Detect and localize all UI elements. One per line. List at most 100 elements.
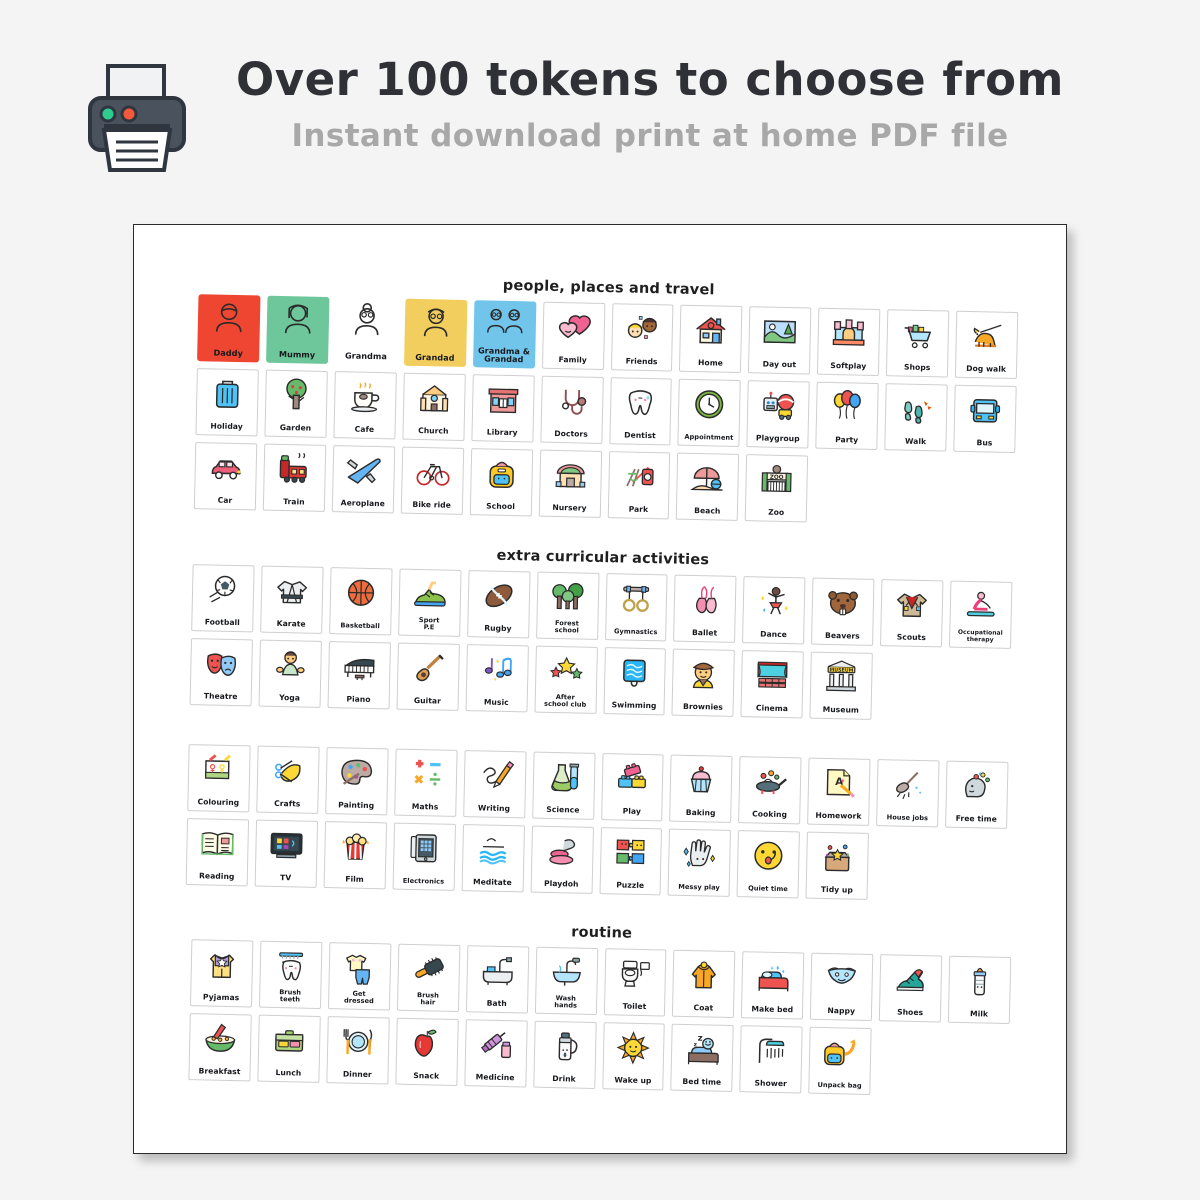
token-ballet[interactable]: Ballet: [673, 574, 737, 643]
token-colouring[interactable]: Colouring: [187, 744, 251, 813]
token-shower[interactable]: Shower: [739, 1025, 803, 1094]
token-forest-school[interactable]: Forest school: [535, 571, 600, 640]
token-grandma-grandad[interactable]: Grandma & Grandad: [472, 300, 537, 369]
token-football[interactable]: Football: [191, 564, 255, 633]
token-lunch[interactable]: Lunch: [257, 1014, 321, 1083]
token-beavers[interactable]: Beavers: [811, 577, 875, 646]
token-toilet[interactable]: Toilet: [603, 948, 667, 1017]
token-swimming[interactable]: Swimming: [602, 647, 667, 716]
token-museum[interactable]: MUSEUM Museum: [809, 651, 874, 720]
token-tv[interactable]: TV: [254, 819, 318, 888]
token-free-time[interactable]: Free time: [945, 760, 1009, 829]
token-appointment[interactable]: Appointment: [677, 378, 742, 447]
token-wash-hands[interactable]: Wash hands: [534, 946, 598, 1015]
token-doctors[interactable]: Doctors: [539, 375, 604, 444]
token-piano[interactable]: Piano: [327, 641, 391, 710]
token-homework[interactable]: A Homework: [807, 757, 871, 826]
token-rugby[interactable]: Rugby: [466, 570, 531, 639]
token-get-dressed[interactable]: Get dressed: [327, 942, 392, 1011]
token-dance[interactable]: Dance: [742, 576, 806, 645]
token-wake-up[interactable]: Wake up: [601, 1022, 666, 1091]
token-grandma[interactable]: Grandma: [334, 297, 399, 366]
token-brownies[interactable]: Brownies: [671, 648, 736, 717]
token-playgroup[interactable]: Playgroup: [746, 380, 811, 449]
token-playdoh[interactable]: Playdoh: [530, 825, 594, 894]
token-day-out[interactable]: Day out: [748, 306, 812, 375]
token-bath[interactable]: Bath: [465, 945, 529, 1014]
token-tidy-up[interactable]: Tidy up: [805, 831, 870, 900]
token-park[interactable]: Park: [607, 451, 671, 520]
token-cooking[interactable]: Cooking: [738, 756, 802, 825]
token-mummy[interactable]: Mummy: [265, 295, 330, 364]
token-car[interactable]: Car: [193, 442, 258, 511]
token-reading[interactable]: Reading: [185, 818, 249, 887]
token-medicine[interactable]: Medicine: [463, 1019, 528, 1088]
token-drink[interactable]: Drink: [532, 1020, 597, 1089]
token-music[interactable]: Music: [465, 644, 529, 713]
token-coat[interactable]: Coat: [672, 949, 736, 1019]
token-friends[interactable]: Friends: [610, 303, 674, 372]
token-crafts[interactable]: Crafts: [256, 745, 320, 814]
token-yoga[interactable]: Yoga: [258, 639, 322, 708]
token-family[interactable]: Family: [541, 301, 605, 370]
token-school[interactable]: School: [469, 448, 533, 517]
token-after-school-club[interactable]: After school club: [534, 645, 598, 714]
token-bus[interactable]: Bus: [953, 384, 1017, 454]
token-holiday[interactable]: Holiday: [195, 368, 259, 437]
token-guitar[interactable]: Guitar: [396, 642, 460, 711]
token-messy-play[interactable]: Messy play: [667, 828, 732, 897]
token-puzzle[interactable]: Puzzle: [599, 827, 663, 896]
token-walk[interactable]: Walk: [884, 383, 948, 452]
token-scouts[interactable]: Scouts: [880, 579, 944, 648]
token-bed-time[interactable]: z z Bed time: [670, 1023, 735, 1092]
token-snack[interactable]: Snack: [395, 1017, 459, 1086]
token-train[interactable]: Train: [262, 443, 327, 512]
token-theatre[interactable]: Theatre: [189, 638, 253, 707]
token-brush-hair[interactable]: Brush hair: [396, 943, 461, 1012]
token-church[interactable]: Church: [402, 372, 466, 441]
token-nappy[interactable]: Nappy: [810, 952, 874, 1022]
token-karate[interactable]: Karate: [260, 565, 324, 634]
token-occupational-therapy[interactable]: Occupational therapy: [949, 580, 1013, 649]
token-gymnastics[interactable]: Gymnastics: [604, 573, 668, 642]
token-dog-walk[interactable]: Dog walk: [954, 310, 1019, 380]
printable-sheet: people, places and travel Daddy Mummy Grand…: [133, 224, 1067, 1154]
token-painting[interactable]: Painting: [325, 747, 389, 816]
token-brush-teeth[interactable]: Brush teeth: [258, 940, 323, 1009]
token-home[interactable]: Home: [679, 304, 743, 374]
token-dinner[interactable]: Dinner: [326, 1016, 390, 1085]
token-make-bed[interactable]: Make bed: [741, 951, 805, 1020]
token-meditate[interactable]: Meditate: [461, 824, 525, 893]
token-beach[interactable]: Beach: [676, 452, 740, 521]
token-shops[interactable]: Shops: [886, 309, 950, 378]
token-cinema[interactable]: Cinema: [740, 650, 805, 719]
token-film[interactable]: Film: [323, 821, 387, 890]
token-pyjamas[interactable]: Pyjamas: [189, 939, 254, 1008]
token-bike-ride[interactable]: Bike ride: [400, 446, 464, 515]
token-library[interactable]: Library: [471, 374, 535, 443]
token-grandad[interactable]: Grandad: [403, 298, 468, 367]
token-zoo[interactable]: ZOO Zoo: [745, 454, 809, 523]
token-milk[interactable]: Milk: [947, 955, 1012, 1025]
token-writing[interactable]: Writing: [462, 750, 527, 819]
token-play[interactable]: Play: [600, 753, 664, 822]
token-breakfast[interactable]: Breakfast: [188, 1013, 252, 1082]
token-electronics[interactable]: Electronics: [392, 822, 456, 891]
token-sport-p-e[interactable]: Sport P.E: [397, 568, 462, 637]
token-aeroplane[interactable]: Aeroplane: [331, 445, 395, 514]
token-quiet-time[interactable]: Quiet time: [736, 830, 801, 899]
token-nursery[interactable]: Nursery: [538, 449, 602, 518]
token-science[interactable]: Science: [531, 751, 596, 820]
token-basketball[interactable]: Basketball: [328, 567, 393, 636]
token-baking[interactable]: Baking: [669, 754, 733, 823]
token-daddy[interactable]: Daddy: [197, 294, 261, 363]
token-softplay[interactable]: Softplay: [817, 307, 881, 377]
token-cafe[interactable]: Cafe: [333, 371, 397, 440]
token-house-jobs[interactable]: House jobs: [876, 759, 940, 828]
token-dentist[interactable]: Dentist: [608, 377, 673, 446]
token-maths[interactable]: Maths: [393, 748, 458, 817]
token-party[interactable]: Party: [815, 381, 879, 450]
token-garden[interactable]: Garden: [264, 369, 328, 438]
token-unpack-bag[interactable]: Unpack bag: [808, 1026, 872, 1095]
token-shoes[interactable]: Shoes: [878, 954, 943, 1023]
